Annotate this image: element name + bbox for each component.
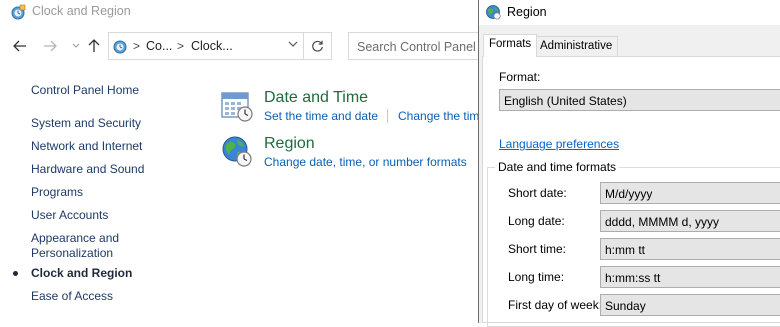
refresh-icon bbox=[312, 40, 323, 52]
control-panel-window: Clock and Region > Co... > Clock... Sear… bbox=[0, 0, 479, 323]
arrow-right-icon bbox=[44, 40, 57, 52]
globe-clock-icon bbox=[222, 136, 252, 167]
tab-administrative-label: Administrative bbox=[540, 40, 613, 52]
long-time-label: Long time: bbox=[508, 270, 565, 284]
sidebar-item-system-security[interactable]: System and Security bbox=[31, 116, 141, 131]
long-date-select[interactable]: dddd, MMMM d, yyyy bbox=[600, 210, 780, 232]
window-title: Clock and Region bbox=[32, 4, 131, 18]
long-date-label: Long date: bbox=[508, 214, 565, 228]
chevron-down-icon[interactable] bbox=[288, 41, 298, 48]
control-panel-icon bbox=[11, 4, 26, 20]
language-preferences-link[interactable]: Language preferences bbox=[499, 137, 619, 151]
arrow-left-icon bbox=[13, 40, 26, 52]
change-formats-link[interactable]: Change date, time, or number formats bbox=[264, 155, 467, 169]
recent-locations-button[interactable] bbox=[66, 36, 86, 56]
search-placeholder: Search Control Panel bbox=[357, 40, 476, 54]
refresh-button[interactable] bbox=[304, 32, 332, 60]
breadcrumb-separator: > bbox=[177, 39, 185, 53]
sidebar-item-appearance-line1[interactable]: Appearance and bbox=[31, 231, 119, 246]
sidebar-item-programs[interactable]: Programs bbox=[31, 185, 83, 200]
forward-button[interactable] bbox=[40, 36, 60, 56]
date-time-formats-title: Date and time formats bbox=[495, 160, 620, 174]
sidebar-item-hardware-sound[interactable]: Hardware and Sound bbox=[31, 162, 144, 177]
address-bar[interactable]: > Co... > Clock... bbox=[108, 32, 304, 60]
long-date-value: dddd, MMMM d, yyyy bbox=[605, 215, 720, 229]
short-date-label: Short date: bbox=[508, 186, 567, 200]
sidebar-item-appearance-line2[interactable]: Personalization bbox=[31, 246, 113, 261]
format-select[interactable]: English (United States) bbox=[499, 89, 780, 111]
date-time-title[interactable]: Date and Time bbox=[264, 89, 368, 107]
calendar-clock-icon bbox=[221, 92, 253, 122]
up-button[interactable] bbox=[84, 36, 104, 56]
region-dialog-title: Region bbox=[507, 5, 547, 19]
short-time-value: h:mm tt bbox=[605, 243, 646, 257]
format-label: Format: bbox=[499, 70, 541, 84]
first-day-label: First day of week: bbox=[508, 298, 603, 312]
region-tabs: Formats Administrative bbox=[479, 34, 780, 57]
control-panel-titlebar: Clock and Region bbox=[0, 0, 478, 24]
sidebar-item-control-panel-home[interactable]: Control Panel Home bbox=[31, 83, 139, 98]
short-date-value: M/d/yyyy bbox=[605, 187, 653, 201]
link-divider bbox=[387, 109, 388, 123]
region-dialog-titlebar: Region bbox=[479, 0, 780, 25]
arrow-up-icon bbox=[88, 39, 100, 52]
breadcrumb-clock-region[interactable]: Clock... bbox=[191, 39, 233, 53]
breadcrumb-control-panel[interactable]: Co... bbox=[146, 39, 172, 53]
format-value: English (United States) bbox=[504, 94, 627, 108]
first-day-select[interactable]: Sunday bbox=[600, 294, 780, 316]
tab-administrative[interactable]: Administrative bbox=[534, 36, 619, 56]
change-time-zone-link[interactable]: Change the tim bbox=[398, 109, 479, 123]
globe-icon bbox=[486, 5, 501, 20]
sidebar-item-ease-of-access[interactable]: Ease of Access bbox=[31, 289, 113, 304]
back-button[interactable] bbox=[10, 36, 30, 56]
breadcrumb-separator: > bbox=[133, 39, 141, 53]
region-title[interactable]: Region bbox=[264, 135, 315, 153]
tab-formats-label: Formats bbox=[489, 38, 532, 50]
navigation-bar: > Co... > Clock... Search Control Panel bbox=[0, 30, 478, 62]
short-date-select[interactable]: M/d/yyyy bbox=[600, 182, 780, 204]
first-day-value: Sunday bbox=[605, 299, 646, 313]
short-time-select[interactable]: h:mm tt bbox=[600, 238, 780, 260]
long-time-select[interactable]: h:mm:ss tt bbox=[600, 266, 780, 288]
formats-panel: Format: English (United States) Language… bbox=[482, 56, 780, 327]
current-page-bullet bbox=[13, 271, 18, 276]
tab-formats[interactable]: Formats bbox=[483, 34, 538, 57]
date-time-formats-group: Date and time formats Short date: M/d/yy… bbox=[487, 160, 780, 327]
sidebar-item-user-accounts[interactable]: User Accounts bbox=[31, 208, 108, 223]
sidebar-item-network-internet[interactable]: Network and Internet bbox=[31, 139, 142, 154]
chevron-down-icon bbox=[72, 43, 80, 48]
sidebar-item-clock-region: Clock and Region bbox=[31, 266, 133, 280]
long-time-value: h:mm:ss tt bbox=[605, 271, 661, 285]
search-input[interactable]: Search Control Panel bbox=[348, 32, 478, 60]
control-panel-icon bbox=[113, 40, 127, 54]
short-time-label: Short time: bbox=[508, 242, 567, 256]
set-time-date-link[interactable]: Set the time and date bbox=[264, 109, 378, 123]
region-dialog: Region Formats Administrative Format: En… bbox=[478, 0, 780, 327]
